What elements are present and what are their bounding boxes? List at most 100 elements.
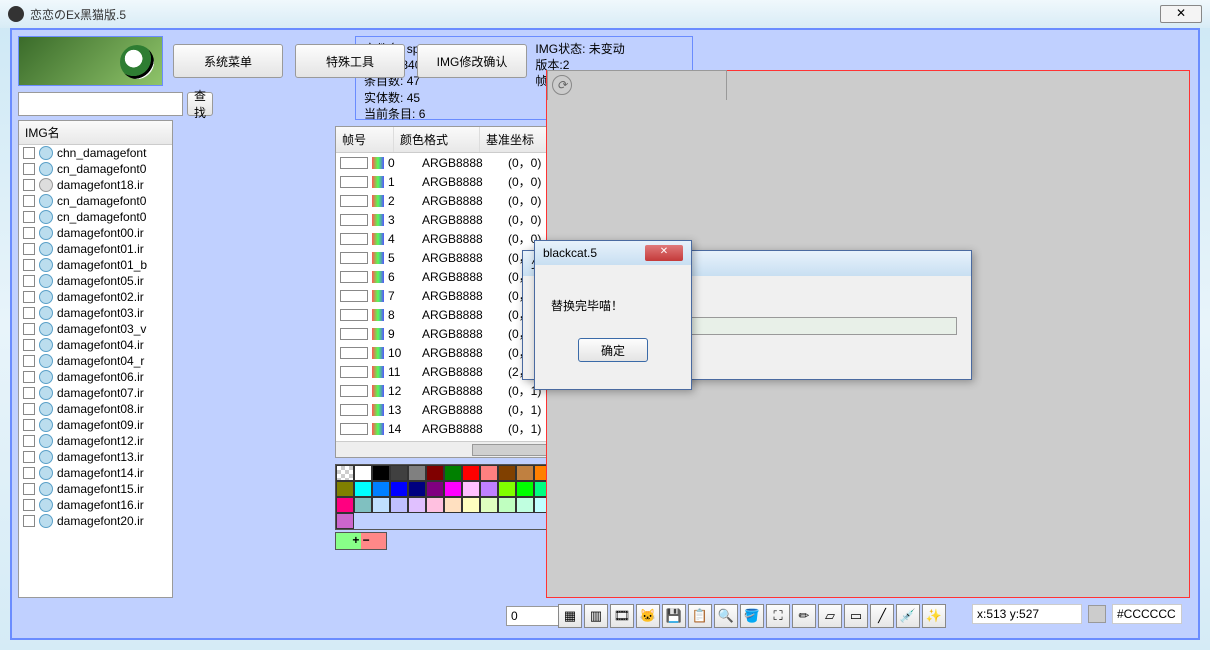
zoom-icon[interactable]: 🔍 — [714, 604, 738, 628]
checkbox[interactable] — [340, 328, 368, 340]
list-item[interactable]: damagefont06.ir — [19, 369, 172, 385]
pencil-icon[interactable]: ✏ — [792, 604, 816, 628]
list-item[interactable]: damagefont04.ir — [19, 337, 172, 353]
color-swatch[interactable] — [462, 481, 480, 497]
checkbox[interactable] — [23, 499, 35, 511]
list-item[interactable]: chn_damagefont — [19, 145, 172, 161]
color-swatch[interactable] — [354, 465, 372, 481]
list-item[interactable]: damagefont05.ir — [19, 273, 172, 289]
checkbox[interactable] — [23, 323, 35, 335]
checkbox[interactable] — [23, 259, 35, 271]
search-button[interactable]: 查找 — [187, 92, 213, 116]
list-item[interactable]: damagefont01.ir — [19, 241, 172, 257]
color-swatch[interactable] — [372, 497, 390, 513]
checkbox[interactable] — [23, 387, 35, 399]
list-item[interactable]: damagefont03_v — [19, 321, 172, 337]
color-swatch[interactable] — [408, 481, 426, 497]
list-item[interactable]: damagefont12.ir — [19, 433, 172, 449]
img-confirm-button[interactable]: IMG修改确认 — [417, 44, 527, 78]
cat-icon[interactable]: 🐱 — [636, 604, 660, 628]
checkbox[interactable] — [23, 419, 35, 431]
color-swatch[interactable] — [408, 497, 426, 513]
wand-icon[interactable]: ✨ — [922, 604, 946, 628]
checkbox[interactable] — [340, 423, 368, 435]
list-item[interactable]: damagefont14.ir — [19, 465, 172, 481]
list-item[interactable]: damagefont01_b — [19, 257, 172, 273]
color-swatch[interactable] — [462, 465, 480, 481]
checkbox[interactable] — [340, 176, 368, 188]
checkbox[interactable] — [340, 252, 368, 264]
checkbox[interactable] — [340, 309, 368, 321]
color-swatch[interactable] — [516, 497, 534, 513]
checkbox[interactable] — [340, 385, 368, 397]
list-item[interactable]: damagefont20.ir — [19, 513, 172, 529]
checkbox[interactable] — [340, 271, 368, 283]
color-swatch[interactable] — [498, 481, 516, 497]
list-item[interactable]: damagefont16.ir — [19, 497, 172, 513]
color-swatch[interactable] — [444, 465, 462, 481]
checkbox[interactable] — [23, 371, 35, 383]
eraser-icon[interactable]: ▱ — [818, 604, 842, 628]
color-swatch[interactable] — [516, 481, 534, 497]
picker-icon[interactable]: 💉 — [896, 604, 920, 628]
color-swatch[interactable] — [480, 465, 498, 481]
line-icon[interactable]: ╱ — [870, 604, 894, 628]
checkbox[interactable] — [340, 214, 368, 226]
color-swatch[interactable] — [390, 481, 408, 497]
list-item[interactable]: damagefont04_r — [19, 353, 172, 369]
color-swatch[interactable] — [498, 497, 516, 513]
checkbox[interactable] — [340, 290, 368, 302]
checkbox[interactable] — [340, 366, 368, 378]
list-item[interactable]: damagefont02.ir — [19, 289, 172, 305]
list-item[interactable]: damagefont15.ir — [19, 481, 172, 497]
checkbox[interactable] — [23, 451, 35, 463]
film-icon[interactable]: 🎞 — [610, 604, 634, 628]
list-item[interactable]: cn_damagefont0 — [19, 209, 172, 225]
color-swatch[interactable] — [462, 497, 480, 513]
layers-icon[interactable]: ▥ — [584, 604, 608, 628]
list-item[interactable]: damagefont00.ir — [19, 225, 172, 241]
color-swatch[interactable] — [354, 497, 372, 513]
list-item[interactable]: damagefont13.ir — [19, 449, 172, 465]
checkbox[interactable] — [340, 233, 368, 245]
refresh-icon[interactable]: ⟳ — [552, 75, 572, 95]
color-swatch[interactable] — [408, 465, 426, 481]
checkbox[interactable] — [23, 483, 35, 495]
special-tools-button[interactable]: 特殊工具 — [295, 44, 405, 78]
checkbox[interactable] — [23, 227, 35, 239]
color-swatch[interactable] — [444, 481, 462, 497]
color-swatch[interactable] — [336, 481, 354, 497]
canvas-tab[interactable]: ⟳ — [547, 70, 727, 100]
checkbox[interactable] — [23, 355, 35, 367]
list-item[interactable]: damagefont08.ir — [19, 401, 172, 417]
checkbox[interactable] — [23, 147, 35, 159]
color-swatch[interactable] — [426, 481, 444, 497]
checkbox[interactable] — [23, 291, 35, 303]
transparent-swatch[interactable] — [336, 465, 354, 481]
checkbox[interactable] — [23, 339, 35, 351]
img-list[interactable]: IMG名 chn_damagefontcn_damagefont0damagef… — [18, 120, 173, 598]
grid-icon[interactable]: ▦ — [558, 604, 582, 628]
color-swatch[interactable] — [516, 465, 534, 481]
color-swatch[interactable] — [372, 481, 390, 497]
dialog-close-button[interactable]: ✕ — [645, 245, 683, 261]
color-swatch[interactable] — [354, 481, 372, 497]
checkbox[interactable] — [23, 211, 35, 223]
color-swatch[interactable] — [336, 497, 354, 513]
crop-icon[interactable]: ⛶ — [766, 604, 790, 628]
color-swatch[interactable] — [390, 465, 408, 481]
system-menu-button[interactable]: 系统菜单 — [173, 44, 283, 78]
color-swatch[interactable] — [426, 465, 444, 481]
bucket-icon[interactable]: 🪣 — [740, 604, 764, 628]
list-item[interactable]: damagefont07.ir — [19, 385, 172, 401]
checkbox[interactable] — [23, 195, 35, 207]
list-item[interactable]: cn_damagefont0 — [19, 193, 172, 209]
checkbox[interactable] — [23, 307, 35, 319]
save-icon[interactable]: 💾 — [662, 604, 686, 628]
color-swatch[interactable] — [498, 465, 516, 481]
checkbox[interactable] — [340, 157, 368, 169]
checkbox[interactable] — [23, 163, 35, 175]
copy-icon[interactable]: 📋 — [688, 604, 712, 628]
color-swatch[interactable] — [390, 497, 408, 513]
color-swatch[interactable] — [444, 497, 462, 513]
